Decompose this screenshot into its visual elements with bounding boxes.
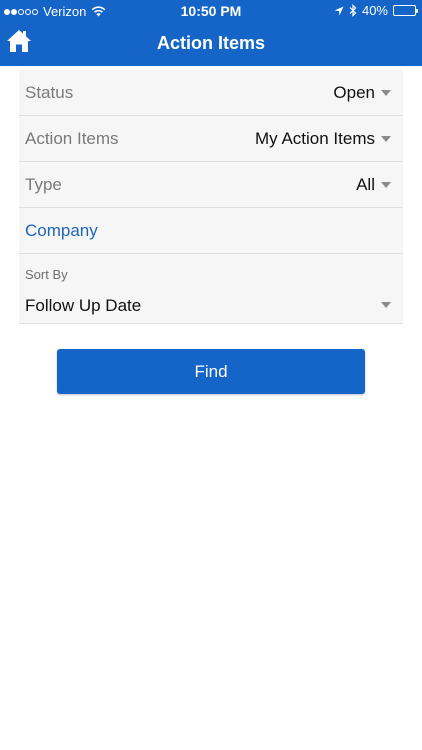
battery-icon (393, 5, 418, 16)
chevron-down-icon (381, 181, 391, 188)
signal-strength-icon (4, 8, 38, 15)
status-filter[interactable]: Status Open (19, 70, 403, 116)
status-label: Status (25, 82, 74, 102)
type-label: Type (25, 174, 62, 194)
type-value: All (356, 175, 391, 195)
chevron-down-icon (381, 89, 391, 96)
bluetooth-icon (349, 4, 357, 17)
carrier-name: Verizon (43, 4, 87, 19)
chevron-down-icon (381, 302, 391, 308)
status-value: Open (333, 83, 391, 103)
status-selected: Open (333, 82, 375, 102)
company-filter[interactable]: Company (19, 208, 403, 254)
page-title: Action Items (156, 33, 266, 53)
battery-percent: 40% (361, 3, 388, 18)
action-items-value: My Action Items (255, 129, 391, 149)
action-items-selected: My Action Items (255, 128, 375, 148)
type-filter[interactable]: Type All (19, 162, 403, 208)
type-selected: All (356, 174, 375, 194)
action-items-filter[interactable]: Action Items My Action Items (19, 116, 403, 162)
filter-form: Status Open Action Items My Action Items… (19, 70, 403, 324)
wifi-icon (92, 6, 106, 17)
sort-by-select[interactable]: Sort By Follow Up Date (19, 254, 403, 324)
sort-by-label: Sort By (25, 267, 68, 282)
app-header: Verizon 10:50 PM 40% Action Items (0, 0, 422, 66)
status-bar: Verizon 10:50 PM 40% (0, 0, 422, 22)
status-bar-left: Verizon (4, 4, 106, 19)
company-link[interactable]: Company (25, 221, 98, 241)
find-button[interactable]: Find (57, 349, 365, 394)
location-arrow-icon (334, 6, 344, 15)
chevron-down-icon (381, 135, 391, 142)
status-bar-right: 40% (334, 3, 418, 18)
action-items-label: Action Items (25, 128, 119, 148)
sort-by-value: Follow Up Date (25, 296, 142, 315)
